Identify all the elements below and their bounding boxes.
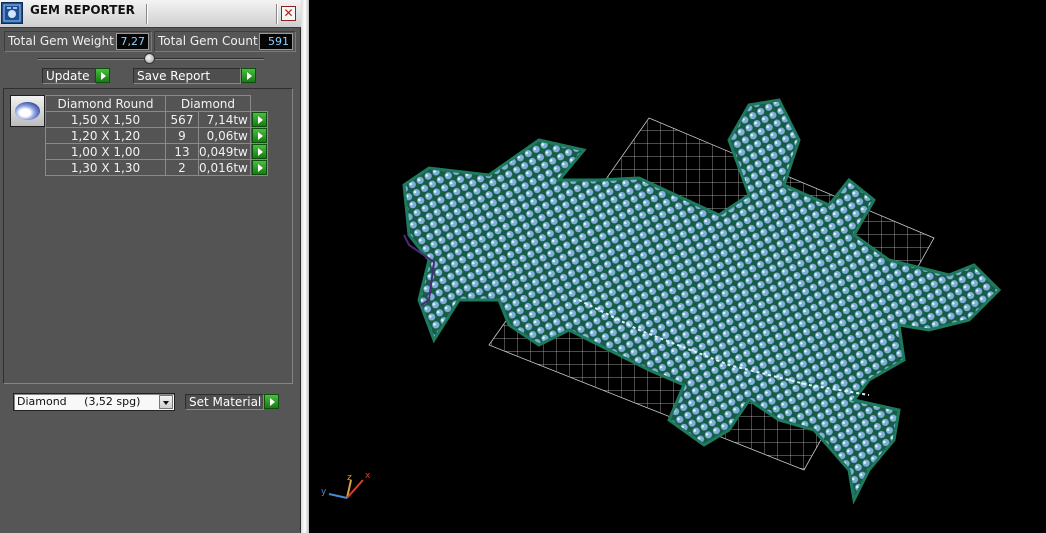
set-material-go-icon[interactable] [264, 394, 279, 409]
total-gem-count-value: 591 [259, 33, 293, 50]
axis-y-label: y [321, 487, 327, 497]
gem-size: 1,30 X 1,30 [45, 159, 166, 176]
total-gem-count-label: Total Gem Count [158, 34, 258, 48]
axis-x-label: x [365, 471, 371, 481]
slider-handle[interactable] [144, 53, 155, 64]
axis-triad: y z x [321, 471, 371, 499]
table-row[interactable]: 1,00 X 1,00 13 0,049tw [45, 143, 268, 160]
set-material-button[interactable]: Set Material [185, 394, 264, 410]
gem-weight: 0,016tw [198, 159, 251, 176]
close-button[interactable]: ✕ [281, 6, 296, 21]
select-row-go-icon[interactable] [251, 112, 267, 127]
model-render [402, 98, 1002, 505]
gem-count: 567 [165, 111, 199, 128]
save-report-go-icon[interactable] [241, 68, 256, 83]
gem-icon [15, 102, 40, 120]
gem-count: 2 [165, 159, 199, 176]
material-dropdown[interactable]: Diamond (3,52 spg) [13, 393, 175, 411]
table-row[interactable]: 1,30 X 1,30 2 0,016tw [45, 159, 268, 176]
gem-count: 13 [165, 143, 199, 160]
update-go-icon[interactable] [95, 68, 110, 83]
table-row[interactable]: 1,50 X 1,50 567 7,14tw [45, 111, 268, 128]
gem-size: 1,50 X 1,50 [45, 111, 166, 128]
shape-header: Diamond Round [45, 95, 166, 112]
row-action-cell [249, 127, 268, 144]
gem-reporter-panel: GEM REPORTER ✕ Total Gem Weight 7,27 Tot… [0, 0, 301, 533]
total-gem-weight-label: Total Gem Weight [8, 34, 114, 48]
gem-weight: 0,049tw [198, 143, 251, 160]
gem-count: 9 [165, 127, 199, 144]
select-row-go-icon[interactable] [251, 160, 267, 175]
total-gem-weight-value: 7,27 [116, 33, 149, 50]
gem-table: Diamond Round Diamond 1,50 X 1,50 567 7,… [45, 95, 268, 176]
gem-size: 1,00 X 1,00 [45, 143, 166, 160]
diamond-round-thumbnail[interactable] [10, 95, 45, 127]
material-selected-value: Diamond (3,52 spg) [17, 395, 141, 408]
panel-splitter[interactable] [301, 0, 309, 533]
material-header: Diamond [165, 95, 251, 112]
table-row[interactable]: 1,20 X 1,20 9 0,06tw [45, 127, 268, 144]
update-button[interactable]: Update [42, 68, 96, 84]
title-bar[interactable]: GEM REPORTER ✕ [0, 0, 301, 28]
row-action-cell [249, 111, 268, 128]
row-action-cell [249, 159, 268, 176]
gem-size: 1,20 X 1,20 [45, 127, 166, 144]
title-divider [146, 4, 147, 24]
gem-table-header: Diamond Round Diamond [45, 95, 268, 112]
app-icon [1, 2, 23, 24]
save-report-button[interactable]: Save Report [133, 68, 241, 84]
axis-z-label: z [347, 473, 352, 483]
close-icon: ✕ [283, 6, 294, 20]
title-divider [276, 4, 277, 24]
3d-viewport[interactable]: y z x [309, 0, 1046, 533]
window-title: GEM REPORTER [30, 3, 135, 17]
select-row-go-icon[interactable] [251, 128, 267, 143]
gem-weight: 0,06tw [198, 127, 251, 144]
chevron-down-icon[interactable] [159, 395, 173, 409]
gem-weight: 7,14tw [198, 111, 251, 128]
row-action-cell [249, 143, 268, 160]
select-row-go-icon[interactable] [251, 144, 267, 159]
